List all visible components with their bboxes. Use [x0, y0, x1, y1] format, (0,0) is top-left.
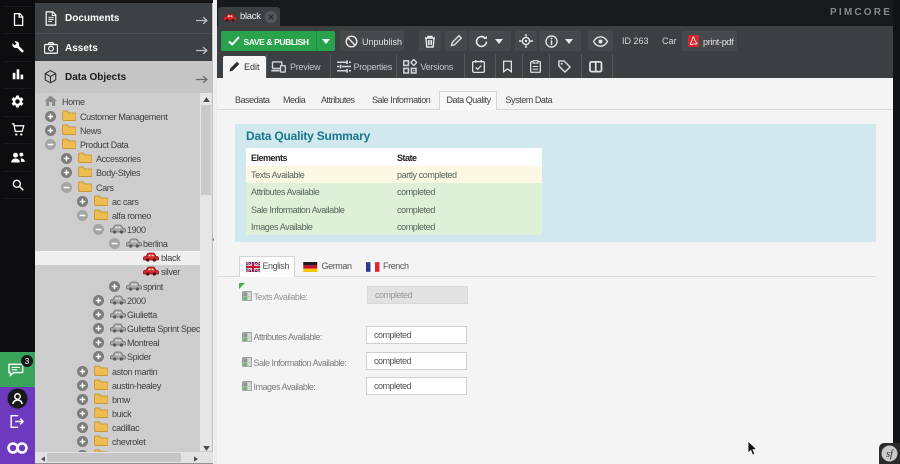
svg-text:3: 3	[25, 357, 30, 366]
